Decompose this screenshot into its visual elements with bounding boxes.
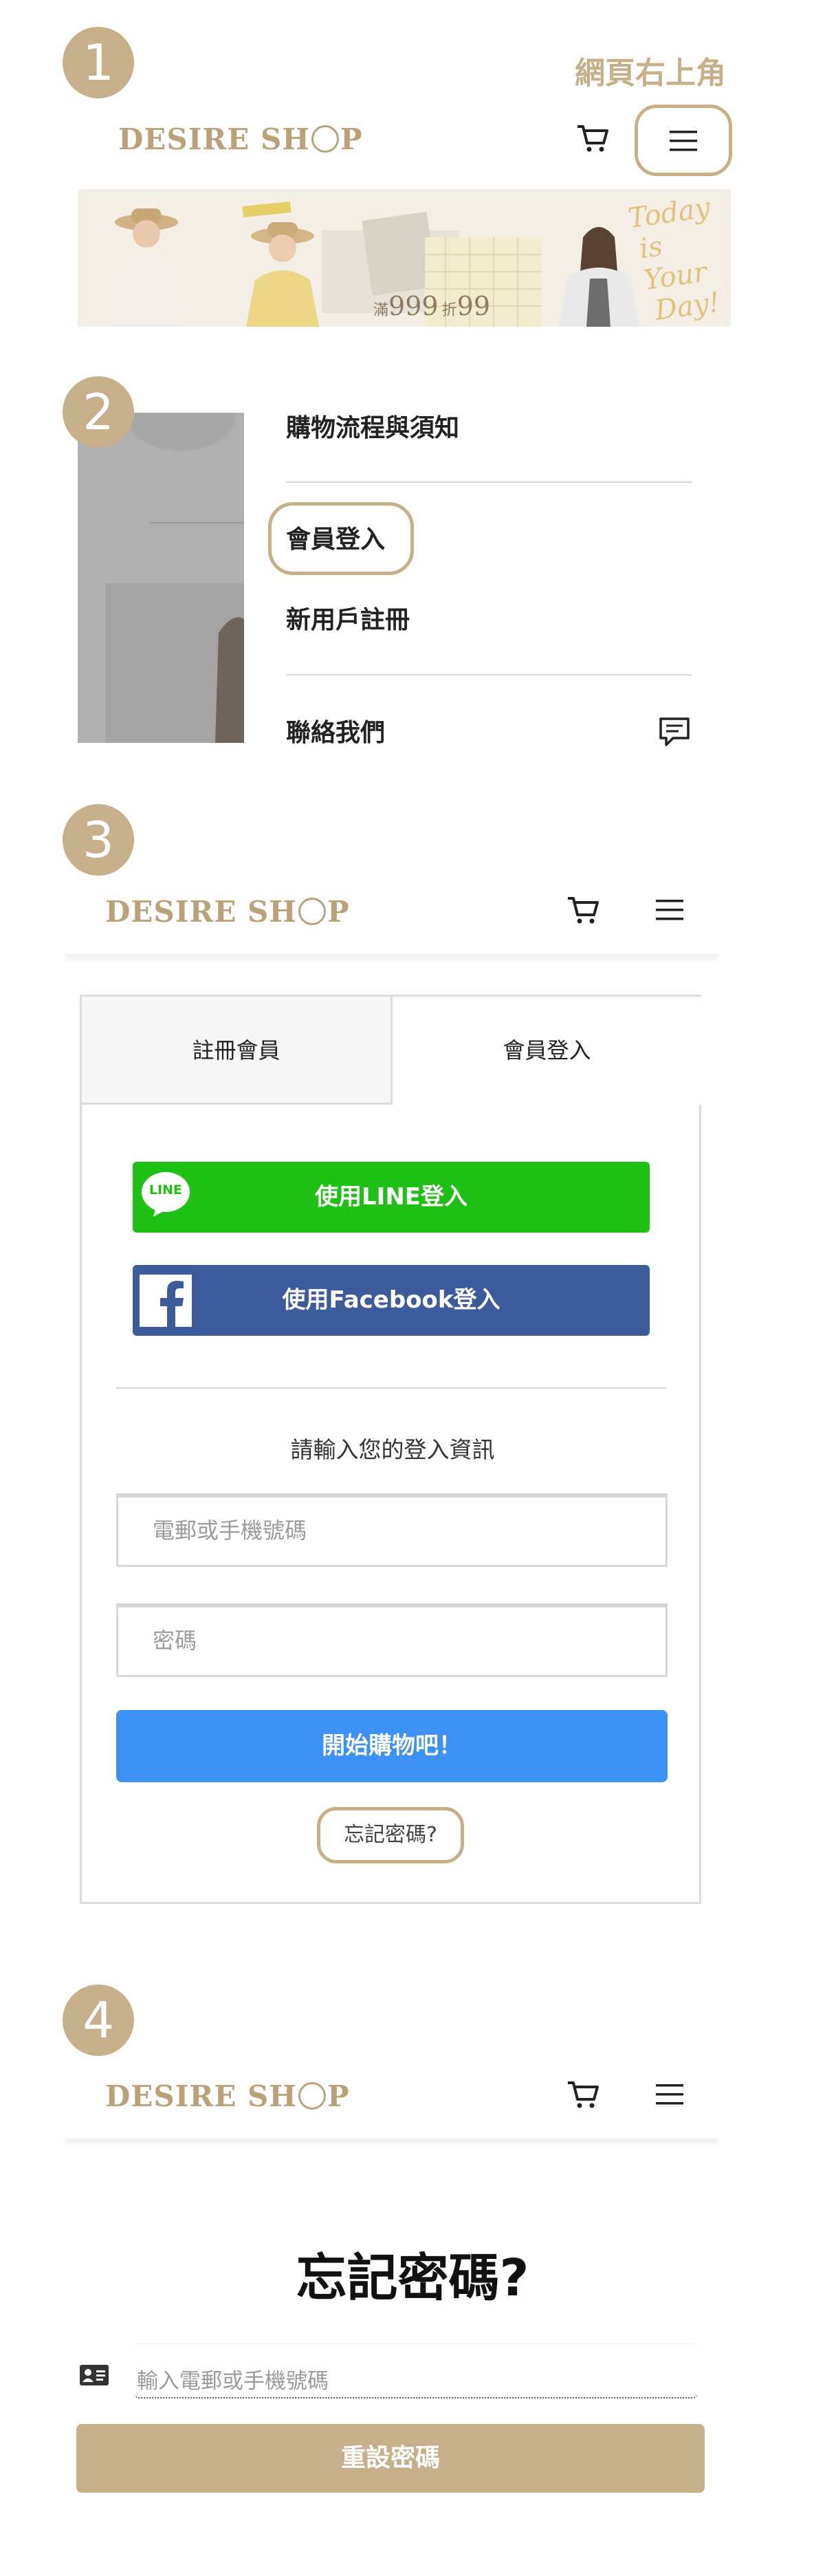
hamburger-menu-icon[interactable] — [656, 2083, 683, 2106]
header-shadow — [65, 2139, 718, 2148]
logo-text-before: DESIRE SH — [118, 122, 310, 156]
hamburger-menu-icon[interactable] — [656, 898, 683, 922]
facebook-button-label: 使用Facebook登入 — [282, 1286, 500, 1314]
message-icon[interactable] — [658, 716, 691, 750]
logo-o-mark — [298, 2082, 326, 2110]
header-shadow — [65, 954, 718, 964]
login-prompt: 請輸入您的登入資訊 — [290, 1436, 495, 1463]
menu-divider — [286, 674, 692, 675]
contact-card-icon — [80, 2365, 109, 2388]
corner-note: 網頁右上角 — [575, 56, 726, 91]
menu-item-shopping-guide[interactable]: 購物流程與須知 — [286, 408, 459, 444]
reset-password-button[interactable]: 重設密碼 — [76, 2424, 705, 2493]
promo-amount: 999 — [388, 291, 439, 321]
page-preview-dimmed — [78, 413, 244, 743]
brand-logo[interactable]: DESIRE SH P — [118, 122, 363, 156]
brand-logo[interactable]: DESIRE SH P — [105, 2079, 350, 2113]
form-divider — [116, 1387, 666, 1389]
logo-text-after: P — [327, 895, 350, 929]
menu-divider — [286, 481, 692, 483]
promo-banner[interactable]: 滿999 折99 Today is Your Day! — [78, 189, 731, 327]
promo-discount: 99 — [456, 291, 491, 321]
menu-item-member-login[interactable]: 會員登入 — [286, 519, 385, 555]
logo-text-after: P — [327, 2079, 350, 2113]
logo-text-after: P — [340, 122, 363, 156]
line-login-button[interactable]: LINE 使用LINE登入 — [133, 1162, 650, 1233]
logo-text-before: DESIRE SH — [105, 895, 297, 929]
cart-icon[interactable] — [566, 2080, 600, 2109]
account-placeholder: 電郵或手機號碼 — [153, 1517, 307, 1544]
step-2-badge: 2 — [63, 376, 134, 448]
step-4-badge: 4 — [63, 1984, 134, 2056]
forgot-password-title: 忘記密碼? — [296, 2249, 529, 2308]
brand-logo[interactable]: DESIRE SH P — [105, 895, 350, 929]
start-shopping-button[interactable]: 開始購物吧！ — [116, 1710, 668, 1782]
password-input[interactable]: 密碼 — [116, 1603, 668, 1677]
step-3-badge: 3 — [63, 804, 134, 876]
logo-o-mark — [311, 125, 339, 153]
tab-register[interactable]: 註冊會員 — [82, 997, 393, 1105]
password-placeholder: 密碼 — [153, 1627, 197, 1654]
step-1-badge: 1 — [63, 27, 134, 98]
promo-prefix: 滿 — [373, 302, 389, 319]
login-panel: 註冊會員 會員登入 LINE 使用LINE登入 使用Facebook登入 請輸入… — [80, 995, 701, 1904]
logo-o-mark — [298, 898, 326, 925]
logo-text-before: DESIRE SH — [105, 2079, 297, 2113]
hamburger-menu-icon[interactable] — [670, 129, 697, 153]
promo-text: 滿999 折99 — [373, 291, 490, 321]
promo-mid: 折 — [441, 302, 457, 319]
account-input[interactable]: 電郵或手機號碼 — [116, 1493, 668, 1567]
line-button-label: 使用LINE登入 — [315, 1183, 468, 1211]
tab-member-login[interactable]: 會員登入 — [393, 997, 701, 1105]
reset-contact-placeholder: 輸入電郵或手機號碼 — [137, 2369, 329, 2394]
cart-icon[interactable] — [566, 896, 600, 924]
menu-item-contact-us[interactable]: 聯絡我們 — [286, 713, 385, 748]
script-text: Today is Your Day! — [626, 190, 731, 327]
forgot-password-link[interactable]: 忘記密碼? — [317, 1807, 464, 1863]
facebook-login-button[interactable]: 使用Facebook登入 — [133, 1265, 650, 1336]
dimmed-preview-art — [78, 413, 244, 743]
reset-contact-input[interactable]: 輸入電郵或手機號碼 — [134, 2344, 698, 2399]
cart-icon[interactable] — [576, 124, 609, 153]
menu-item-new-user-register[interactable]: 新用戶註冊 — [286, 600, 410, 636]
